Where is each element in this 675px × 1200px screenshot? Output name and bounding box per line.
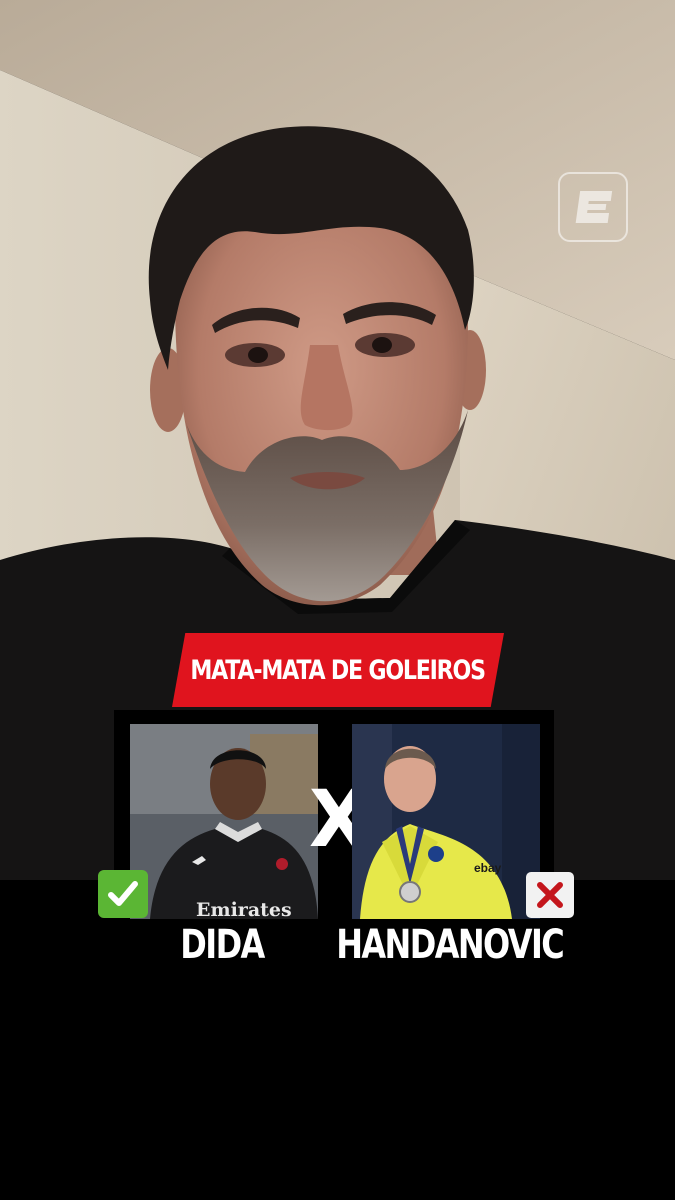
cross-mark-icon — [526, 872, 574, 918]
video-post: MATA-MATA DE GOLEIROS Emirates X ebay DI… — [0, 0, 675, 1200]
right-sponsor-text: ebay — [474, 861, 502, 875]
matchup-panel: Emirates X ebay — [114, 710, 554, 925]
left-player-name: DIDA — [180, 922, 265, 968]
espn-e-logo-icon — [558, 172, 628, 242]
left-player-photo: Emirates — [130, 724, 318, 919]
title-banner: MATA-MATA DE GOLEIROS — [172, 633, 504, 707]
right-player-photo: ebay — [352, 724, 540, 919]
right-player-name: HANDANOVIC — [336, 922, 565, 968]
check-mark-icon — [98, 870, 148, 918]
title-text: MATA-MATA DE GOLEIROS — [190, 654, 487, 686]
left-sponsor-text: Emirates — [196, 899, 292, 919]
